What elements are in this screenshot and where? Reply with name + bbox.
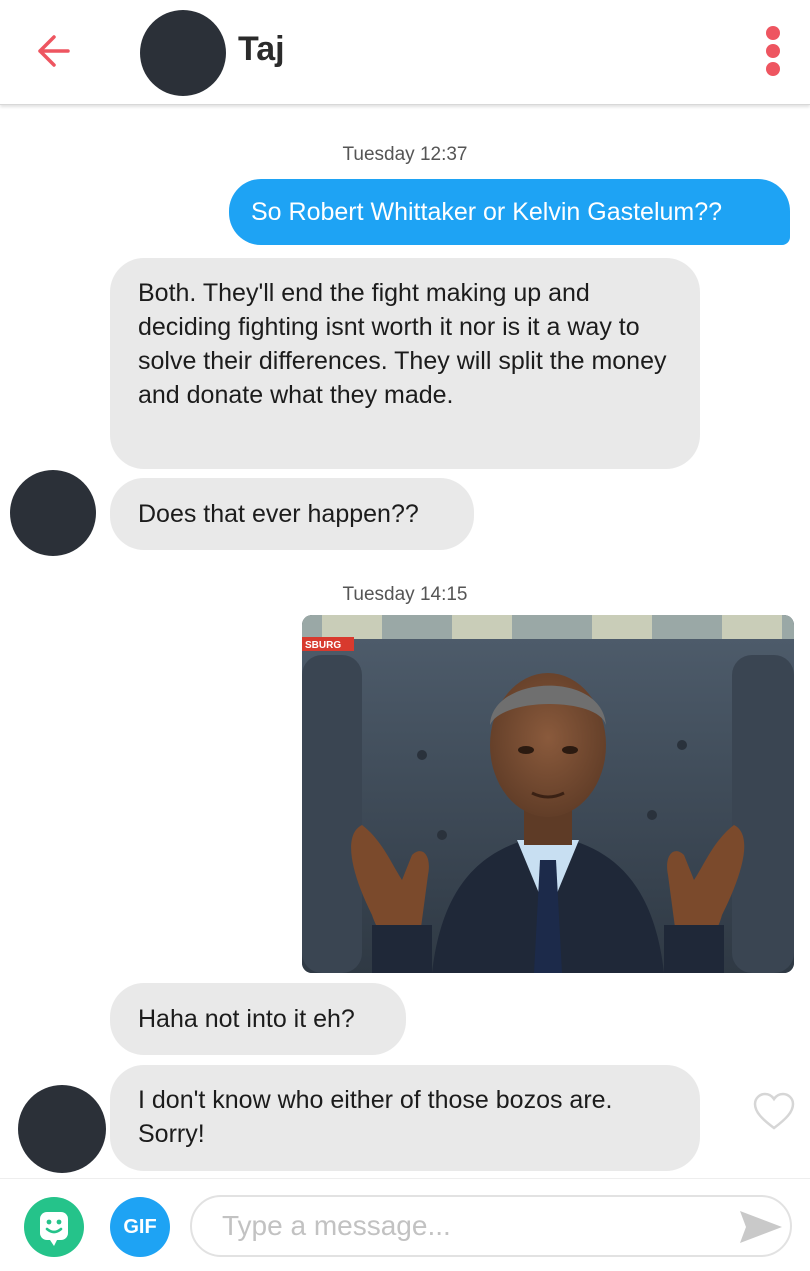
gif-image-shrug: SBURG <box>302 615 794 973</box>
incoming-message-bubble[interactable]: Haha not into it eh? <box>110 983 406 1055</box>
message-timestamp: Tuesday 12:37 <box>342 144 468 165</box>
more-dot <box>766 62 780 76</box>
more-vertical-icon <box>766 26 780 40</box>
sticker-button[interactable] <box>24 1197 84 1257</box>
contact-name[interactable]: Taj <box>238 30 285 69</box>
like-message-button[interactable] <box>752 1092 796 1132</box>
contact-avatar[interactable] <box>140 10 226 96</box>
more-dot <box>766 44 780 58</box>
incoming-message-bubble[interactable]: I don't know who either of those bozos a… <box>110 1065 700 1171</box>
gif-message-image[interactable]: SBURG <box>302 615 794 973</box>
sender-avatar[interactable] <box>18 1085 106 1173</box>
gif-button[interactable]: GIF <box>110 1197 170 1257</box>
message-timestamp: Tuesday 14:15 <box>342 584 468 605</box>
outgoing-message-bubble[interactable]: So Robert Whittaker or Kelvin Gastelum?? <box>229 179 790 245</box>
incoming-message-bubble[interactable]: Does that ever happen?? <box>110 478 474 550</box>
arrow-left-icon <box>38 35 70 67</box>
gif-overlay-text: SBURG <box>305 640 341 651</box>
more-options-button[interactable] <box>760 26 786 78</box>
send-button[interactable] <box>738 1209 784 1245</box>
sender-avatar[interactable] <box>10 470 96 556</box>
send-icon <box>740 1211 782 1243</box>
message-input[interactable] <box>190 1195 792 1257</box>
incoming-message-bubble[interactable]: Both. They'll end the fight making up an… <box>110 258 700 469</box>
sticker-face-icon <box>40 1212 68 1246</box>
heart-outline-icon <box>753 1092 795 1130</box>
back-button[interactable] <box>30 28 80 74</box>
chat-header: Taj <box>0 0 810 105</box>
message-composer: GIF <box>0 1178 810 1271</box>
